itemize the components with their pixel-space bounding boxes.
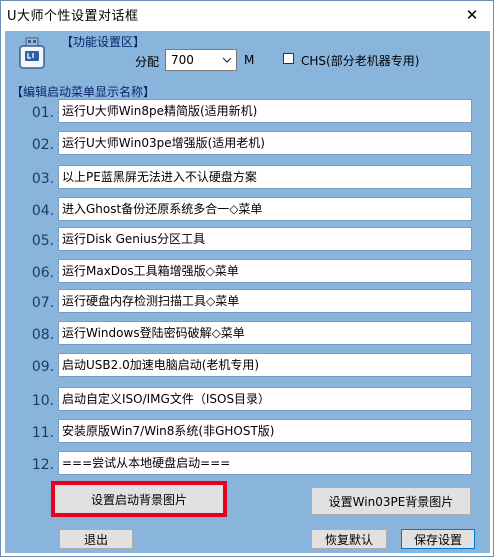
allocate-label: 分配 [135, 55, 160, 69]
menu-name-input[interactable]: 安装原版Win7/Win8系统(非GHOST版) [58, 419, 472, 443]
exit-button[interactable]: 退出 [59, 529, 133, 549]
menu-row-number: 01. [31, 105, 55, 121]
menu-row: 09. 启动USB2.0加速电脑启动(老机专用) [5, 353, 490, 381]
menu-row: 07. 运行硬盘内存检测扫描工具◇菜单 [5, 289, 490, 317]
menu-name-input[interactable]: 运行U大师Win8pe精简版(适用新机) [58, 99, 472, 123]
menu-name-input[interactable]: 运行MaxDos工具箱增强版◇菜单 [58, 259, 472, 283]
unit-label: M [244, 53, 255, 67]
menu-row-number: 11. [31, 425, 55, 441]
menu-row: 04. 进入Ghost备份还原系统多合一◇菜单 [5, 197, 490, 225]
menu-name-input[interactable]: 进入Ghost备份还原系统多合一◇菜单 [58, 197, 472, 221]
menu-row-number: 06. [31, 265, 55, 281]
save-settings-button[interactable]: 保存设置 [401, 529, 475, 549]
menu-row: 02. 运行U大师Win03pe增强版(适用老机) [5, 131, 490, 159]
chs-checkbox-label[interactable]: CHS(部分老机器专用) [301, 52, 419, 69]
title-bar[interactable]: U大师个性设置对话框 ✕ [1, 1, 493, 31]
menu-row-number: 08. [31, 327, 55, 343]
menu-row: 01. 运行U大师Win8pe精简版(适用新机) [5, 99, 490, 127]
menu-name-input[interactable]: 运行硬盘内存检测扫描工具◇菜单 [58, 289, 472, 313]
chevron-down-icon [222, 57, 232, 63]
menu-name-input[interactable]: 以上PE蓝黑屏无法进入不认硬盘方案 [58, 165, 472, 189]
menu-name-input[interactable]: ===尝试从本地硬盘启动=== [58, 451, 472, 475]
menu-row-number: 12. [31, 457, 55, 473]
menu-row: 11. 安装原版Win7/Win8系统(非GHOST版) [5, 419, 490, 447]
menu-row: 12. ===尝试从本地硬盘启动=== [5, 451, 490, 479]
window-title: U大师个性设置对话框 [7, 9, 139, 24]
menu-row-number: 03. [31, 171, 55, 187]
menu-name-input[interactable]: 运行U大师Win03pe增强版(适用老机) [58, 131, 472, 155]
menu-row-number: 04. [31, 203, 55, 219]
menu-row: 10. 启动自定义ISO/IMG文件（ISOS目录） [5, 387, 490, 415]
menu-group-title: 【编辑启动菜单显示名称】 [11, 85, 156, 99]
set-win03pe-background-button[interactable]: 设置Win03PE背景图片 [311, 487, 471, 515]
dialog-window: U大师个性设置对话框 ✕ 【功能设置区】 分配 700 M CHS(部分老机器专… [0, 0, 494, 557]
menu-name-input[interactable]: 启动自定义ISO/IMG文件（ISOS目录） [58, 387, 472, 411]
menu-row: 08. 运行Windows登陆密码破解◇菜单 [5, 321, 490, 349]
function-group-title: 【功能设置区】 [61, 35, 146, 49]
memory-size-value: 700 [171, 53, 194, 67]
close-icon: ✕ [465, 6, 479, 24]
dialog-client-area: 【功能设置区】 分配 700 M CHS(部分老机器专用) 【编辑启动菜单显示名… [5, 31, 490, 553]
set-boot-background-button[interactable]: 设置启动背景图片 [53, 483, 225, 515]
menu-name-input[interactable]: 运行Windows登陆密码破解◇菜单 [58, 321, 472, 345]
menu-row-number: 07. [31, 295, 55, 311]
chs-checkbox[interactable] [283, 53, 294, 64]
menu-name-input[interactable]: 启动USB2.0加速电脑启动(老机专用) [58, 353, 472, 377]
menu-row: 06. 运行MaxDos工具箱增强版◇菜单 [5, 259, 490, 287]
close-button[interactable]: ✕ [461, 5, 483, 25]
menu-row-number: 10. [31, 393, 55, 409]
menu-row-number: 02. [31, 137, 55, 153]
menu-row: 03. 以上PE蓝黑屏无法进入不认硬盘方案 [5, 165, 490, 193]
menu-row: 05. 运行Disk Genius分区工具 [5, 227, 490, 255]
menu-name-input[interactable]: 运行Disk Genius分区工具 [58, 227, 472, 251]
menu-row-number: 09. [31, 359, 55, 375]
restore-default-button[interactable]: 恢复默认 [311, 529, 387, 549]
menu-row-number: 05. [31, 233, 55, 249]
memory-size-select[interactable]: 700 [165, 49, 237, 71]
usb-drive-icon [17, 37, 47, 69]
